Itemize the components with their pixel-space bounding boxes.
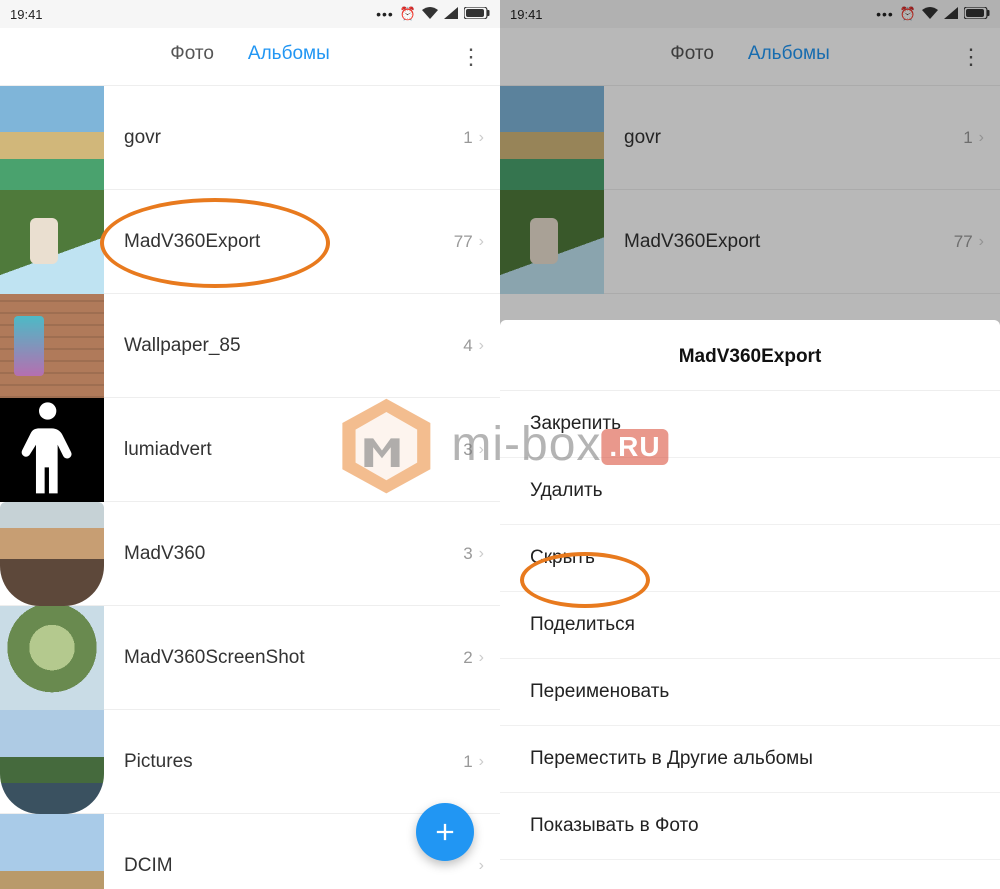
add-album-button[interactable] (416, 803, 474, 861)
chevron-right-icon: › (979, 129, 984, 147)
chevron-right-icon: › (479, 857, 484, 875)
menu-item-show-in-photos[interactable]: Показывать в Фото (500, 793, 1000, 860)
chevron-right-icon: › (479, 129, 484, 147)
album-count: 1 (463, 128, 472, 148)
album-name: Pictures (124, 751, 463, 773)
alarm-icon: ⏰ (400, 6, 416, 22)
album-row[interactable]: lumiadvert 3 › (0, 398, 500, 502)
alarm-icon: ⏰ (900, 6, 916, 22)
album-row: MadV360Export 77 › (500, 190, 1000, 294)
album-row[interactable]: Wallpaper_85 4 › (0, 294, 500, 398)
wifi-icon (422, 7, 438, 22)
album-name: DCIM (124, 855, 473, 877)
album-thumbnail (0, 398, 104, 502)
tab-photos[interactable]: Фото (670, 43, 714, 71)
more-menu-button[interactable]: ⋮ (960, 28, 982, 85)
album-name: govr (124, 127, 463, 149)
status-time: 19:41 (510, 7, 543, 22)
status-icons: ••• ⏰ (876, 6, 990, 22)
album-count: 3 (463, 440, 472, 460)
more-menu-button[interactable]: ⋮ (460, 28, 482, 85)
chevron-right-icon: › (479, 441, 484, 459)
album-row[interactable]: Pictures 1 › (0, 710, 500, 814)
chevron-right-icon: › (479, 545, 484, 563)
notification-dots-icon: ••• (376, 6, 394, 22)
chevron-right-icon: › (479, 753, 484, 771)
album-name: MadV360ScreenShot (124, 647, 463, 669)
album-thumbnail (0, 814, 104, 889)
chevron-right-icon: › (479, 649, 484, 667)
top-bar: Фото Альбомы ⋮ (0, 28, 500, 86)
chevron-right-icon: › (479, 233, 484, 251)
album-thumbnail (0, 86, 104, 190)
album-row: govr 1 › (500, 86, 1000, 190)
album-thumbnail (0, 606, 104, 710)
album-thumbnail (0, 502, 104, 606)
album-count: 77 (954, 232, 973, 252)
screen-right: 19:41 ••• ⏰ Фото Альбомы ⋮ govr 1 (500, 0, 1000, 889)
top-bar: Фото Альбомы ⋮ (500, 28, 1000, 86)
chevron-right-icon: › (979, 233, 984, 251)
context-menu-sheet: MadV360Export Закрепить Удалить Скрыть П… (500, 320, 1000, 889)
album-count: 2 (463, 648, 472, 668)
album-thumbnail (0, 710, 104, 814)
battery-icon (464, 7, 490, 22)
album-thumbnail (0, 294, 104, 398)
album-name: lumiadvert (124, 439, 463, 461)
menu-item-share[interactable]: Поделиться (500, 592, 1000, 659)
album-thumbnail (0, 190, 104, 294)
chevron-right-icon: › (479, 337, 484, 355)
album-list: govr 1 › MadV360Export 77 › (500, 86, 1000, 294)
notification-dots-icon: ••• (876, 6, 894, 22)
wifi-icon (922, 7, 938, 22)
album-name: MadV360Export (124, 231, 454, 253)
album-thumbnail (500, 86, 604, 190)
status-bar: 19:41 ••• ⏰ (0, 0, 500, 28)
status-bar: 19:41 ••• ⏰ (500, 0, 1000, 28)
album-row[interactable]: MadV360 3 › (0, 502, 500, 606)
tab-albums[interactable]: Альбомы (748, 43, 830, 71)
sheet-title: MadV360Export (500, 320, 1000, 391)
battery-icon (964, 7, 990, 22)
album-count: 77 (454, 232, 473, 252)
album-name: govr (624, 127, 963, 149)
album-count: 3 (463, 544, 472, 564)
menu-item-pin[interactable]: Закрепить (500, 391, 1000, 458)
tab-albums[interactable]: Альбомы (248, 43, 330, 71)
album-list[interactable]: govr 1 › MadV360Export 77 › Wallpaper_85… (0, 86, 500, 889)
album-name: MadV360 (124, 543, 463, 565)
tab-photos[interactable]: Фото (170, 43, 214, 71)
menu-item-hide[interactable]: Скрыть (500, 525, 1000, 592)
signal-icon (444, 7, 458, 22)
status-icons: ••• ⏰ (376, 6, 490, 22)
album-row[interactable]: govr 1 › (0, 86, 500, 190)
album-count: 1 (463, 752, 472, 772)
menu-item-rename[interactable]: Переименовать (500, 659, 1000, 726)
status-time: 19:41 (10, 7, 43, 22)
screen-left: 19:41 ••• ⏰ Фото Альбомы ⋮ govr 1 (0, 0, 500, 889)
album-count: 1 (963, 128, 972, 148)
signal-icon (944, 7, 958, 22)
album-name: Wallpaper_85 (124, 335, 463, 357)
plus-icon (431, 818, 459, 846)
album-row[interactable]: MadV360ScreenShot 2 › (0, 606, 500, 710)
album-thumbnail (500, 190, 604, 294)
album-row[interactable]: MadV360Export 77 › (0, 190, 500, 294)
menu-item-delete[interactable]: Удалить (500, 458, 1000, 525)
album-count: 4 (463, 336, 472, 356)
album-name: MadV360Export (624, 231, 954, 253)
menu-item-move[interactable]: Переместить в Другие альбомы (500, 726, 1000, 793)
